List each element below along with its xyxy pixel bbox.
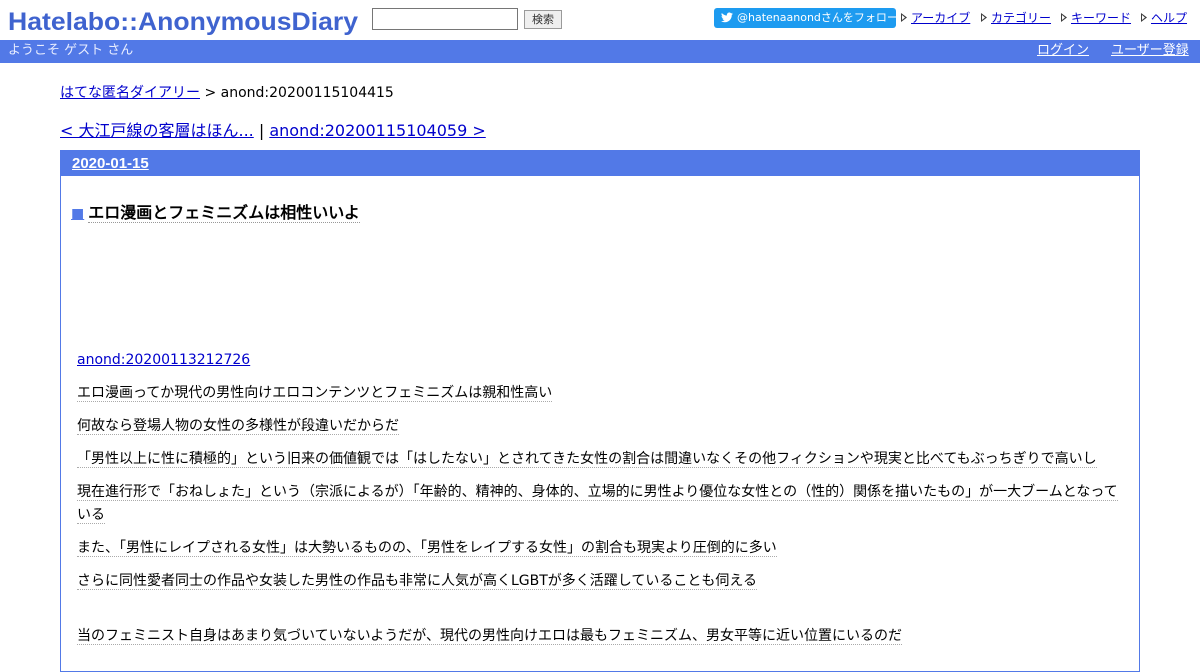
body-paragraph: 当のフェミニスト自身はあまり気づいていないようだが、現代の男性向けエロは最もフェ… <box>77 628 903 645</box>
search-button[interactable]: 検索 <box>524 10 562 29</box>
svg-text:Hatelabo::AnonymousDiary: Hatelabo::AnonymousDiary <box>8 8 358 36</box>
body-paragraph: また、「男性にレイプされる女性」は大勢いるものの、「男性をレイプする女性」の割合… <box>77 540 777 557</box>
entry-permalink-marker[interactable]: ■ <box>71 206 84 222</box>
body-paragraph: 「男性以上に性に積極的」という旧来の価値観では「はしたない」とされてきた女性の割… <box>77 451 1097 468</box>
body-paragraph-blank <box>77 603 1131 615</box>
prev-entry-link[interactable]: < 大江戸線の客層はほん... <box>60 121 254 140</box>
entry-title: ■ エロ漫画とフェミニズムは相性いいよ <box>71 203 360 224</box>
search-input[interactable] <box>372 8 518 30</box>
bullet-arrow-icon <box>901 13 907 22</box>
breadcrumb-separator: > <box>200 85 221 101</box>
register-link[interactable]: ユーザー登録 <box>1111 40 1189 62</box>
nav-help-link[interactable]: ヘルプ <box>1151 10 1187 26</box>
twitter-follow-button[interactable]: @hatenaanondさんをフォロー <box>714 8 896 28</box>
welcome-bar: ようこそ ゲスト さん ログイン ユーザー登録 <box>0 40 1200 63</box>
follow-label: @hatenaanondさんをフォロー <box>737 11 896 24</box>
next-entry-link[interactable]: anond:20200115104059 > <box>269 121 485 140</box>
body-paragraph: エロ漫画ってか現代の男性向けエロコンテンツとフェミニズムは親和性高い <box>77 385 553 402</box>
day-section: 2020-01-15 ■ エロ漫画とフェミニズムは相性いいよ anond:2020… <box>60 150 1140 672</box>
entry-body: anond:20200113212726 エロ漫画ってか現代の男性向けエロコンテ… <box>77 349 1131 658</box>
day-header: 2020-01-15 <box>61 151 1139 176</box>
top-header: Hatelabo::AnonymousDiary 検索 @hatenaanond… <box>0 0 1200 40</box>
entry-pager: < 大江戸線の客層はほん... | anond:20200115104059 > <box>60 121 486 141</box>
day-date-link[interactable]: 2020-01-15 <box>72 155 149 172</box>
breadcrumb-home-link[interactable]: はてな匿名ダイアリー <box>60 85 200 101</box>
pager-separator: | <box>253 121 270 140</box>
welcome-text: ようこそ ゲスト さん <box>8 43 134 58</box>
body-paragraph: さらに同性愛者同士の作品や女装した男性の作品も非常に人気が高くLGBTが多く活躍… <box>77 573 757 590</box>
site-logo[interactable]: Hatelabo::AnonymousDiary <box>8 3 360 37</box>
nav-category-link[interactable]: カテゴリー <box>991 10 1051 26</box>
breadcrumb-current: anond:20200115104415 <box>220 85 394 101</box>
nav-archive-link[interactable]: アーカイブ <box>911 10 970 26</box>
nav-keyword-link[interactable]: キーワード <box>1071 10 1131 26</box>
reference-paragraph: anond:20200113212726 <box>77 349 1131 372</box>
twitter-bird-icon <box>721 12 733 23</box>
referenced-entry-link[interactable]: anond:20200113212726 <box>77 352 250 368</box>
login-link[interactable]: ログイン <box>1037 40 1089 62</box>
entry-title-text: エロ漫画とフェミニズムは相性いいよ <box>88 203 360 223</box>
bullet-arrow-icon <box>981 13 987 22</box>
bullet-arrow-icon <box>1061 13 1067 22</box>
body-paragraph: 現在進行形で「おねしょた」という（宗派によるが）「年齢的、精神的、身体的、立場的… <box>77 484 1118 524</box>
bullet-arrow-icon <box>1141 13 1147 22</box>
body-paragraph: 何故なら登場人物の女性の多様性が段違いだからだ <box>77 418 399 435</box>
breadcrumb: はてな匿名ダイアリー > anond:20200115104415 <box>60 84 394 102</box>
logo-image: Hatelabo::AnonymousDiary <box>8 8 358 36</box>
